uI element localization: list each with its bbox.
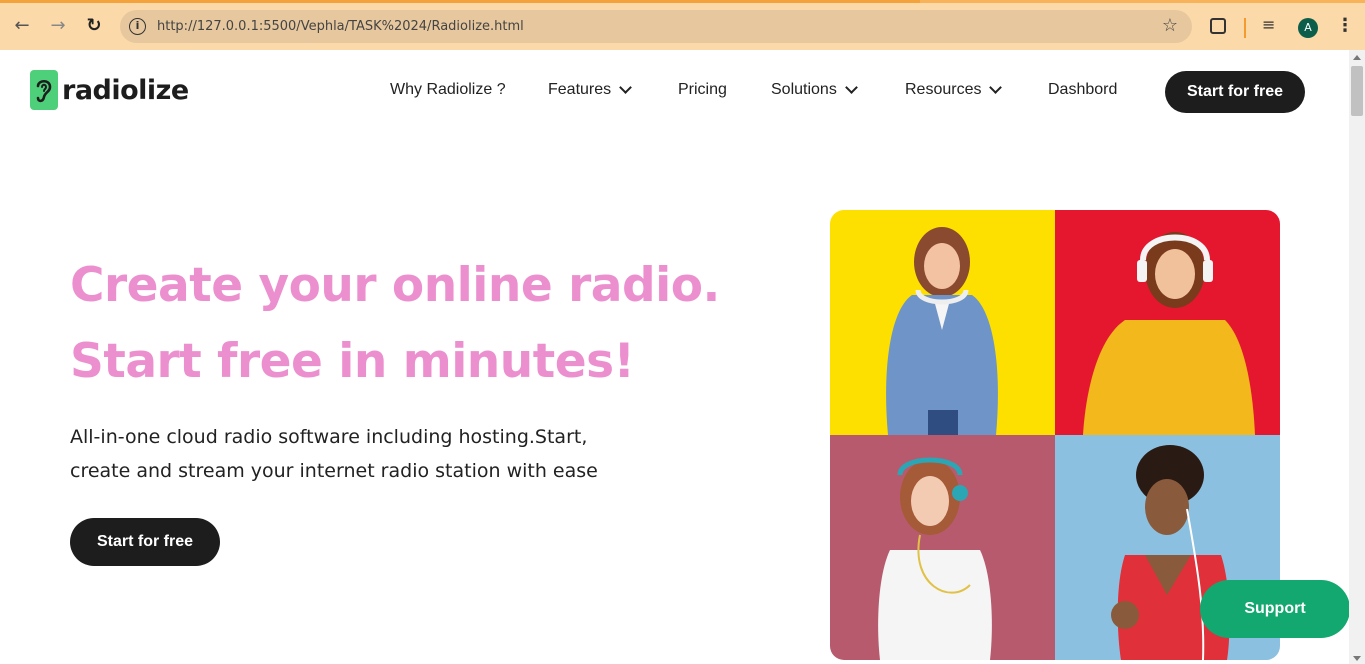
scroll-up-arrow-icon[interactable] [1353, 55, 1361, 60]
hero-start-free-button[interactable]: Start for free [70, 518, 220, 566]
toolbar-divider [1244, 18, 1246, 38]
brand-logo[interactable]: radiolize [30, 70, 189, 110]
reload-icon[interactable]: ↻ [84, 16, 104, 36]
back-arrow-icon[interactable]: ← [12, 16, 32, 36]
nav-label: Pricing [678, 81, 727, 98]
media-queue-icon[interactable]: ≡ [1262, 15, 1275, 34]
nav-why-radiolize[interactable]: Why Radiolize ? [390, 81, 506, 99]
hero-subtitle-line-2: create and stream your internet radio st… [70, 460, 598, 482]
brand-name: radiolize [62, 74, 189, 106]
hero-title-line-1: Create your online radio. [70, 258, 720, 313]
nav-solutions[interactable]: Solutions [771, 81, 858, 99]
photo-woman-denim-jacket [830, 210, 1055, 435]
url-text[interactable]: http://127.0.0.1:5500/Vephla/TASK%2024/R… [157, 19, 524, 34]
scroll-down-arrow-icon[interactable] [1353, 656, 1361, 661]
support-chat-button[interactable]: Support [1200, 580, 1349, 638]
chevron-down-icon [619, 81, 633, 94]
hero-title-line-2: Start free in minutes! [70, 334, 635, 389]
browser-menu-icon[interactable]: ⋮ [1336, 15, 1354, 36]
hero-subtitle: All-in-one cloud radio software includin… [70, 420, 650, 488]
site-info-icon[interactable]: i [129, 18, 146, 35]
forward-arrow-icon[interactable]: → [48, 16, 68, 36]
chevron-down-icon [989, 81, 1003, 94]
address-bar[interactable]: i http://127.0.0.1:5500/Vephla/TASK%2024… [120, 10, 1192, 43]
ear-logo-icon [30, 70, 58, 110]
hero-subtitle-line-1: All-in-one cloud radio software includin… [70, 426, 588, 448]
header-start-free-button[interactable]: Start for free [1165, 71, 1305, 113]
nav-dashboard[interactable]: Dashbord [1048, 81, 1117, 99]
extensions-puzzle-icon[interactable] [1210, 18, 1226, 34]
profile-avatar[interactable]: A [1298, 18, 1318, 38]
browser-toolbar: ← → ↻ i http://127.0.0.1:5500/Vephla/TAS… [0, 0, 1365, 50]
nav-label: Solutions [771, 81, 837, 98]
photo-woman-yellow-sweater [1055, 210, 1280, 435]
photo-woman-white-tshirt [830, 435, 1055, 660]
nav-features[interactable]: Features [548, 81, 633, 99]
nav-label: Features [548, 81, 612, 98]
nav-label: Resources [905, 81, 982, 98]
nav-label: Why Radiolize ? [390, 81, 506, 98]
nav-resources[interactable]: Resources [905, 81, 1003, 99]
page-viewport: radiolize Why Radiolize ? Features Prici… [0, 50, 1349, 664]
chevron-down-icon [844, 81, 858, 94]
active-tab-indicator [0, 0, 920, 3]
page-scrollbar[interactable] [1349, 50, 1365, 664]
nav-label: Dashbord [1048, 81, 1118, 98]
nav-pricing[interactable]: Pricing [678, 81, 727, 99]
scrollbar-thumb[interactable] [1351, 66, 1363, 116]
bookmark-star-icon[interactable]: ☆ [1162, 15, 1178, 36]
